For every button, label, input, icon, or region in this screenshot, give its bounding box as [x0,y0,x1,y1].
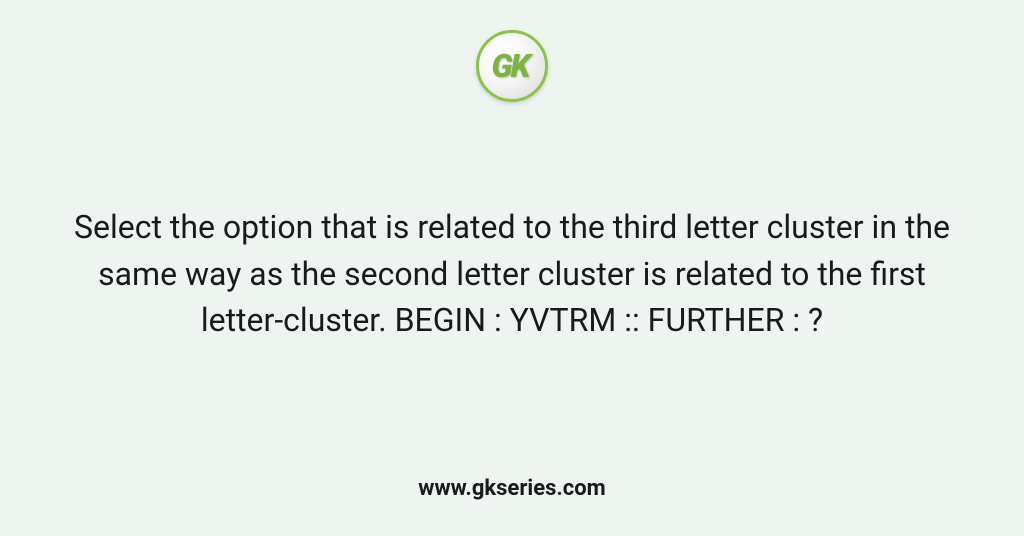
logo-container: GK [476,30,548,102]
footer-url: www.gkseries.com [418,476,605,501]
logo-text: GK [491,47,528,85]
question-text: Select the option that is related to the… [32,204,992,343]
gk-logo: GK [476,30,548,102]
